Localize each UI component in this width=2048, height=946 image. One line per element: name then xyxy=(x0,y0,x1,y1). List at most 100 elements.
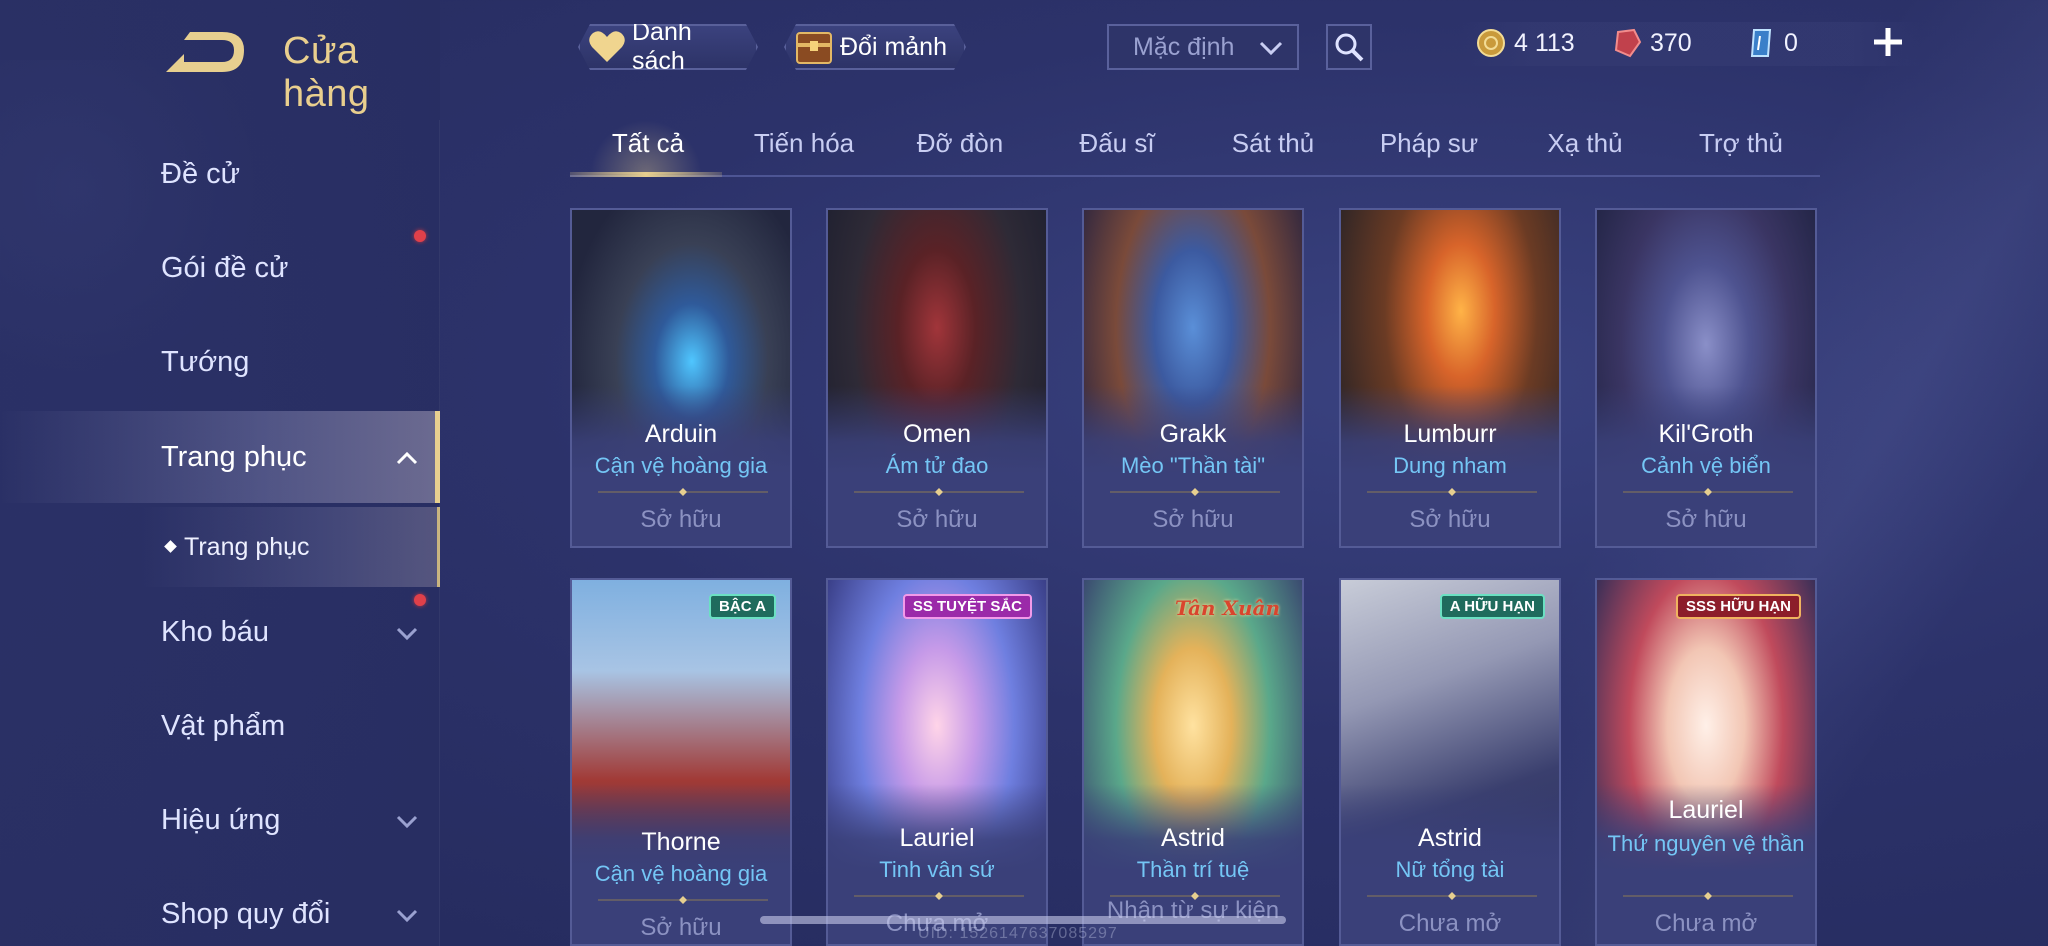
tab-evolution[interactable]: Tiến hóa xyxy=(726,128,882,159)
event-badge: Tân Xuân xyxy=(1175,596,1280,620)
skin-name: Dung nham xyxy=(1393,453,1507,478)
sidebar-item-items[interactable]: Vật phẩm xyxy=(0,680,440,772)
ornament-divider xyxy=(1110,488,1280,496)
rank-badge: SSS HỮU HẠN xyxy=(1676,594,1801,619)
skin-card[interactable]: BẬC A Thorne Cận vệ hoàng gia Sở hữu xyxy=(570,578,792,946)
sidebar-item-label: Kho báu xyxy=(161,615,270,648)
ornament-divider xyxy=(854,892,1024,900)
rank-badge: SS TUYỆT SẮC xyxy=(902,594,1032,619)
voucher-amount: 0 xyxy=(1784,28,1798,57)
skin-name: Cận vệ hoàng gia xyxy=(594,453,768,478)
rank-badge: A HỮU HẠN xyxy=(1439,594,1545,619)
hero-name: Astrid xyxy=(1161,824,1225,852)
exchange-fragments-button[interactable]: Đổi mảnh xyxy=(784,24,966,70)
sidebar-item-label: Gói đề cử xyxy=(161,251,289,284)
sidebar-item-skins[interactable]: Trang phục xyxy=(0,411,440,503)
page-title: Cửa hàng xyxy=(283,30,370,115)
tabs-divider xyxy=(570,175,1820,177)
tab-all[interactable]: Tất cả xyxy=(570,128,726,159)
sidebar-item-treasure[interactable]: Kho báu xyxy=(0,586,440,678)
ornament-divider xyxy=(1623,892,1793,900)
home-indicator[interactable] xyxy=(760,916,1286,924)
ownership-status: Sở hữu xyxy=(1409,506,1491,533)
ornament-divider xyxy=(1367,488,1537,496)
skin-name: Cận vệ hoàng gia xyxy=(594,861,768,886)
search-icon xyxy=(1335,33,1364,62)
skin-card[interactable]: Kil'Groth Cảnh vệ biển Sở hữu xyxy=(1595,208,1817,548)
sidebar-subitem-skins[interactable]: Trang phục xyxy=(140,507,440,587)
skin-card[interactable]: Arduin Cận vệ hoàng gia Sở hữu xyxy=(570,208,792,548)
ownership-status: Sở hữu xyxy=(1665,506,1747,533)
ornament-divider xyxy=(854,488,1024,496)
back-arrow-icon[interactable] xyxy=(160,28,248,78)
sidebar-item-label: Shop quy đổi xyxy=(161,897,331,930)
exchange-fragments-label: Đổi mảnh xyxy=(840,32,947,61)
tab-marksman[interactable]: Xạ thủ xyxy=(1507,128,1663,159)
skin-name: Thần trí tuệ xyxy=(1136,857,1250,882)
add-currency-button[interactable] xyxy=(1870,24,1906,60)
tab-tank[interactable]: Đỡ đòn xyxy=(882,128,1038,159)
skin-card[interactable]: A HỮU HẠN Astrid Nữ tổng tài Chưa mở xyxy=(1339,578,1561,946)
hero-name: Arduin xyxy=(644,420,718,448)
uid-watermark: UID: 1526147637085297 xyxy=(918,925,1118,942)
ownership-status: Sở hữu xyxy=(640,506,722,533)
sidebar-subitem-label: Trang phục xyxy=(184,532,310,561)
hero-name: Lumburr xyxy=(1403,420,1497,448)
skin-card[interactable]: SS TUYỆT SẮC Lauriel Tinh vân sứ Chưa mở xyxy=(826,578,1048,946)
skin-card[interactable]: Omen Ám tử đao Sở hữu xyxy=(826,208,1048,548)
sidebar-item-effects[interactable]: Hiệu ứng xyxy=(0,774,440,866)
ornament-divider xyxy=(598,488,768,496)
sort-value: Mặc định xyxy=(1133,32,1235,61)
wishlist-label: Danh sách xyxy=(632,18,692,75)
chevron-down-icon xyxy=(1259,41,1283,56)
sidebar-item-recommended-bundles[interactable]: Gói đề cử xyxy=(0,222,440,314)
gold-coin-icon xyxy=(1477,29,1505,57)
hero-name: Omen xyxy=(902,420,972,448)
chevron-down-icon xyxy=(396,815,418,829)
hero-name: Kil'Groth xyxy=(1658,420,1754,448)
ownership-status: Sở hữu xyxy=(640,914,722,941)
tab-mage[interactable]: Pháp sư xyxy=(1351,128,1507,159)
sidebar-item-label: Tướng xyxy=(161,345,250,378)
sidebar-item-label: Trang phục xyxy=(161,440,307,473)
sidebar-item-exchange-shop[interactable]: Shop quy đổi xyxy=(0,868,440,946)
gold-currency: 4 113 xyxy=(1476,28,1575,58)
sidebar: Cửa hàng Đề cử Gói đề cử Tướng Trang phụ… xyxy=(0,0,440,946)
ruby-amount: 370 xyxy=(1650,28,1692,57)
wishlist-button[interactable]: Danh sách xyxy=(578,24,758,70)
sidebar-item-heroes[interactable]: Tướng xyxy=(0,316,440,408)
sidebar-item-recommended[interactable]: Đề cử xyxy=(0,128,440,220)
ownership-status: Sở hữu xyxy=(1152,506,1234,533)
gold-amount: 4 113 xyxy=(1514,28,1575,57)
tab-fighter[interactable]: Đấu sĩ xyxy=(1039,128,1195,159)
plus-icon xyxy=(1874,28,1902,56)
chevron-down-icon xyxy=(396,909,418,923)
hero-name: Lauriel xyxy=(899,824,975,852)
tab-assassin[interactable]: Sát thủ xyxy=(1195,128,1351,159)
notification-dot xyxy=(414,594,426,606)
hero-name: Grakk xyxy=(1159,420,1227,448)
hero-name: Thorne xyxy=(641,828,721,856)
ornament-divider xyxy=(1367,892,1537,900)
voucher-icon xyxy=(1750,29,1772,57)
tab-support[interactable]: Trợ thủ xyxy=(1663,128,1819,159)
skin-card[interactable]: SSS HỮU HẠN Lauriel Thứ nguyên vệ thần C… xyxy=(1595,578,1817,946)
skin-card[interactable]: Tân Xuân Astrid Thần trí tuệ Nhận từ sự … xyxy=(1082,578,1304,946)
ornament-divider xyxy=(1623,488,1793,496)
ownership-status: Chưa mở xyxy=(1398,910,1502,937)
sort-dropdown[interactable]: Mặc định xyxy=(1107,24,1299,70)
skin-name: Mèo "Thần tài" xyxy=(1120,453,1266,478)
ownership-status: Sở hữu xyxy=(896,506,978,533)
skin-name: Ám tử đao xyxy=(885,453,989,478)
sidebar-item-label: Hiệu ứng xyxy=(161,803,281,836)
skin-name: Tinh vân sứ xyxy=(879,857,995,882)
voucher-currency: 0 xyxy=(1746,28,1798,58)
search-button[interactable] xyxy=(1326,24,1372,70)
sidebar-item-label: Vật phẩm xyxy=(161,709,286,742)
skin-name: Nữ tổng tài xyxy=(1395,857,1505,882)
skin-card[interactable]: Grakk Mèo "Thần tài" Sở hữu xyxy=(1082,208,1304,548)
sidebar-item-label: Đề cử xyxy=(161,157,241,190)
skin-card[interactable]: Lumburr Dung nham Sở hữu xyxy=(1339,208,1561,548)
heart-icon xyxy=(588,27,626,67)
hero-name: Astrid xyxy=(1418,824,1482,852)
